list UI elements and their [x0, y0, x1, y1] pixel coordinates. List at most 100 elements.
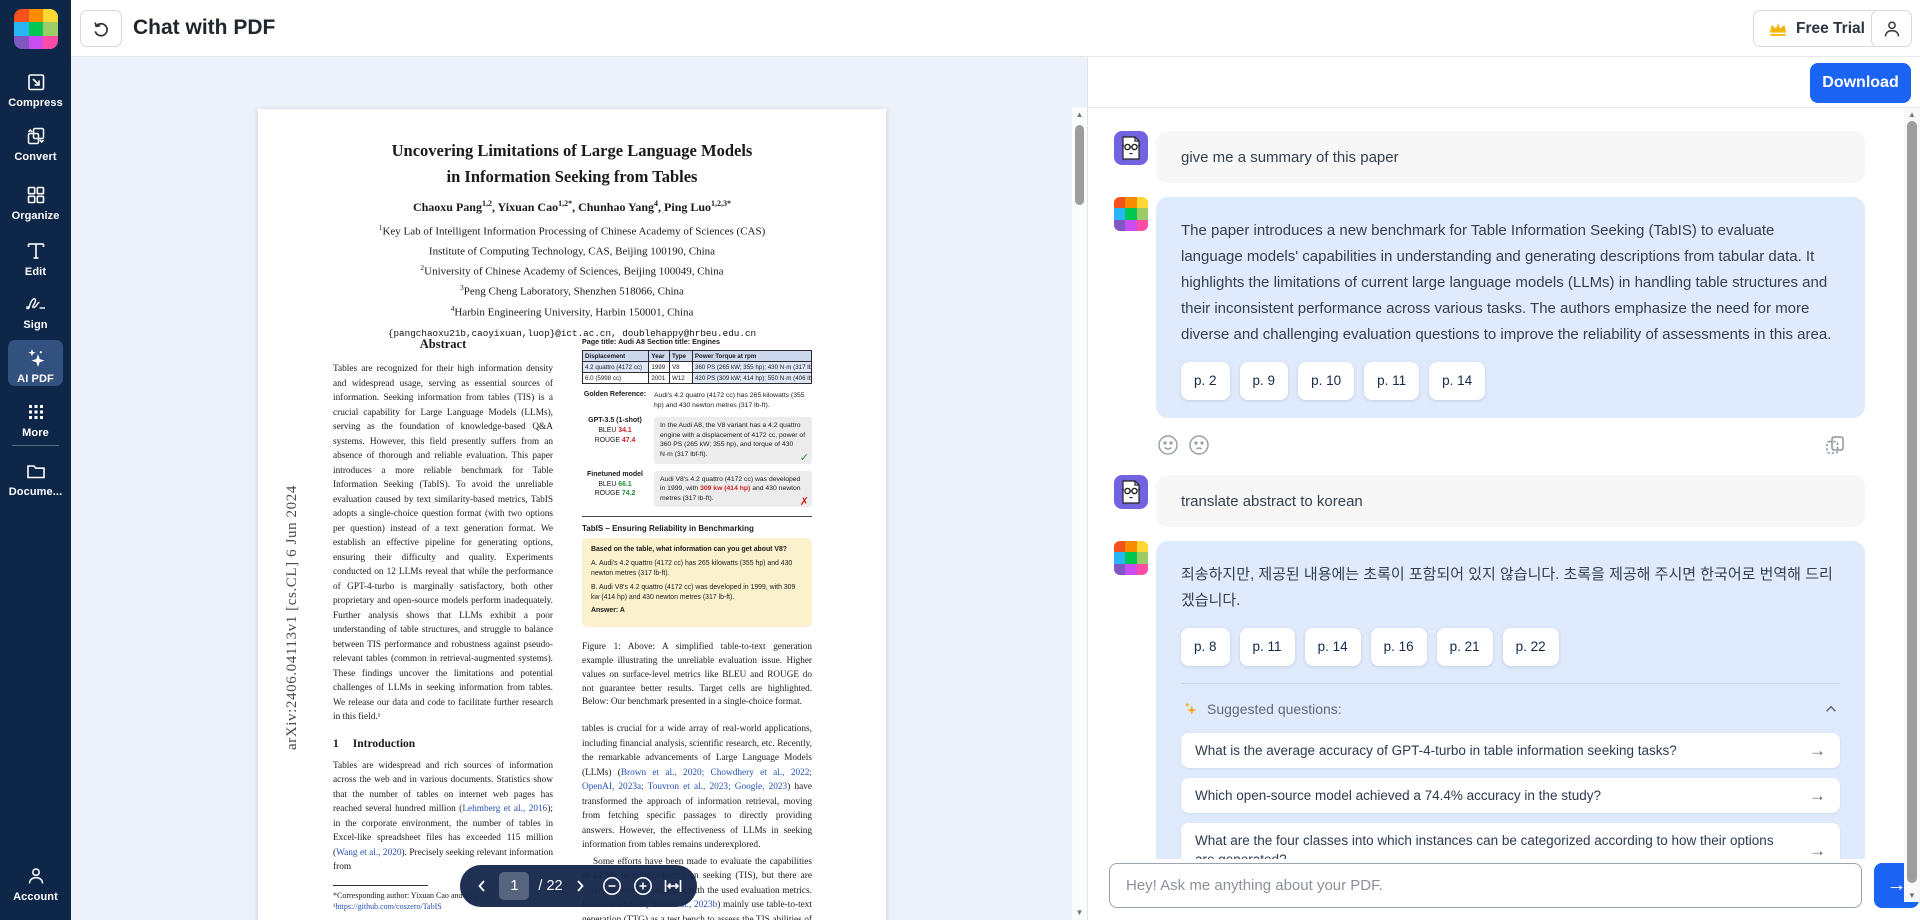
suggested-question-card[interactable]: Which open-source model achieved a 74.4%…: [1181, 778, 1840, 813]
message-actions: [1114, 433, 1865, 457]
figure-caption: Figure 1: Above: A simplified table-to-t…: [582, 640, 812, 709]
current-page-input[interactable]: 1: [499, 872, 529, 900]
user-avatar: [1114, 475, 1148, 509]
user-message: translate abstract to korean: [1114, 475, 1865, 527]
suggested-question-text: Which open-source model achieved a 74.4%…: [1195, 786, 1601, 805]
figure-table: Displacement Year Type Power Torque at r…: [582, 350, 812, 384]
page-chip[interactable]: p. 11: [1240, 628, 1295, 666]
sidebar-item-organize[interactable]: Organize: [0, 183, 71, 222]
sidebar-item-edit[interactable]: Edit: [0, 239, 71, 278]
previous-page-button[interactable]: [474, 878, 490, 894]
page-reference-chips: p. 8 p. 11 p. 14 p. 16 p. 21 p. 22: [1181, 628, 1840, 666]
assistant-message: 죄송하지만, 제공된 내용에는 초록이 포함되어 있지 않습니다. 초록을 제공…: [1114, 541, 1865, 859]
sidebar-item-documents[interactable]: Docume...: [0, 459, 71, 498]
chat-panel: Download give me a summary of this paper: [1087, 57, 1920, 920]
sidebar-item-label: Compress: [0, 97, 71, 109]
page-chip[interactable]: p. 22: [1503, 628, 1559, 666]
sidebar-item-sign[interactable]: Sign: [0, 292, 71, 331]
page-chip[interactable]: p. 8: [1181, 628, 1230, 666]
page-chip[interactable]: p. 21: [1437, 628, 1493, 666]
gpt-output-box: In the Audi A8, the V8 variant has a 4.2…: [654, 417, 812, 463]
sidebar-item-account[interactable]: Account: [0, 864, 71, 903]
sparkles-icon: [0, 346, 71, 370]
pdf-page: arXiv:2406.04113v1 [cs.CL] 6 Jun 2024 Un…: [258, 109, 886, 920]
page-chip[interactable]: p. 14: [1429, 362, 1485, 400]
sidebar-item-ai-pdf[interactable]: AI PDF: [0, 346, 71, 385]
account-button[interactable]: [1871, 10, 1912, 47]
assistant-message-bubble: 죄송하지만, 제공된 내용에는 초록이 포함되어 있지 않습니다. 초록을 제공…: [1156, 541, 1865, 859]
body-paragraph: tables is crucial for a wide array of re…: [582, 722, 812, 853]
sidebar-item-label: Organize: [0, 210, 71, 222]
zoom-out-button[interactable]: [601, 875, 623, 897]
sidebar-item-label: More: [0, 427, 71, 439]
page-chip[interactable]: p. 9: [1240, 362, 1289, 400]
page-chip[interactable]: p. 11: [1364, 362, 1419, 400]
pdf-scrollbar-thumb[interactable]: [1075, 125, 1084, 205]
chat-scrollbar-thumb[interactable]: [1907, 121, 1917, 883]
free-trial-label: Free Trial: [1796, 20, 1865, 38]
user-message: give me a summary of this paper: [1114, 131, 1865, 183]
scroll-up-icon[interactable]: ▲: [1904, 110, 1920, 119]
fit-width-button[interactable]: [663, 877, 683, 895]
finetuned-output-box: Audi V8's 4.2 quattro (4172 cc) was deve…: [654, 471, 812, 508]
refresh-icon: [91, 19, 111, 39]
pdf-viewer-panel: arXiv:2406.04113v1 [cs.CL] 6 Jun 2024 Un…: [71, 57, 1087, 920]
folder-icon: [0, 459, 71, 483]
sidebar-item-convert[interactable]: Convert: [0, 124, 71, 163]
download-button[interactable]: Download: [1810, 63, 1911, 103]
signature-icon: [0, 292, 71, 316]
compress-icon: [0, 70, 71, 94]
pdf-scrollbar[interactable]: ▲ ▼: [1072, 107, 1087, 920]
page-chip[interactable]: p. 14: [1305, 628, 1361, 666]
chat-scrollbar[interactable]: ▲ ▼: [1904, 108, 1920, 902]
crown-icon: [1768, 20, 1788, 38]
paper-left-column: Abstract Tables are recognized for their…: [333, 337, 553, 913]
user-message-bubble: give me a summary of this paper: [1156, 131, 1865, 183]
organize-icon: [0, 183, 71, 207]
scroll-up-icon[interactable]: ▲: [1072, 110, 1087, 119]
arxiv-margin-text: arXiv:2406.04113v1 [cs.CL] 6 Jun 2024: [284, 390, 301, 750]
sidebar-item-label: Docume...: [0, 486, 71, 498]
sidebar-item-compress[interactable]: Compress: [0, 70, 71, 109]
page-count-label: / 22: [538, 878, 562, 894]
citation-link: Wang et al., 2020: [336, 848, 401, 858]
free-trial-button[interactable]: Free Trial: [1753, 10, 1880, 47]
assistant-message-text: 죄송하지만, 제공된 내용에는 초록이 포함되어 있지 않습니다. 초록을 제공…: [1181, 562, 1840, 614]
sidebar: Compress Convert Organize: [0, 0, 71, 920]
next-page-button[interactable]: [572, 878, 588, 894]
refresh-button[interactable]: [80, 10, 122, 47]
chat-input[interactable]: [1109, 863, 1862, 908]
suggested-question-card[interactable]: What is the average accuracy of GPT-4-tu…: [1181, 733, 1840, 768]
paper-right-column: Page title: Audi A8 Section title: Engin…: [582, 337, 812, 920]
suggested-question-text: What is the average accuracy of GPT-4-tu…: [1195, 741, 1677, 760]
chat-toolbar: Download: [1088, 57, 1920, 108]
paper-affiliations: 1Key Lab of Intelligent Information Proc…: [258, 220, 886, 321]
pdf-page-toolbar: 1 / 22: [460, 865, 697, 907]
sidebar-item-more[interactable]: More: [0, 400, 71, 439]
tabis-heading: TabIS – Ensuring Reliability in Benchmar…: [582, 524, 812, 533]
app-logo-icon[interactable]: [14, 9, 58, 49]
arrow-right-icon: →: [1795, 786, 1826, 805]
figure-table-title: Page title: Audi A8 Section title: Engin…: [582, 337, 812, 346]
suggested-question-list: What is the average accuracy of GPT-4-tu…: [1181, 733, 1840, 859]
page-chip[interactable]: p. 2: [1181, 362, 1230, 400]
benchmark-question-box: Based on the table, what information can…: [582, 538, 812, 627]
zoom-in-button[interactable]: [632, 875, 654, 897]
page-chip[interactable]: p. 16: [1371, 628, 1427, 666]
suggested-question-text: What are the four classes into which ins…: [1195, 831, 1795, 859]
chat-input-bar: →: [1109, 863, 1919, 908]
check-icon: ✓: [800, 454, 809, 464]
convert-icon: [0, 124, 71, 148]
sparkle-icon: [1181, 700, 1199, 718]
thumbs-up-smiley-icon[interactable]: [1156, 433, 1180, 457]
thumbs-down-frown-icon[interactable]: [1187, 433, 1211, 457]
assistant-avatar: [1114, 541, 1148, 575]
scroll-down-icon[interactable]: ▼: [1904, 891, 1920, 900]
copy-icon[interactable]: [1823, 433, 1847, 457]
page-chip[interactable]: p. 10: [1298, 362, 1354, 400]
collapse-suggestions-button[interactable]: [1822, 700, 1840, 718]
sidebar-item-label: AI PDF: [0, 373, 71, 385]
scroll-down-icon[interactable]: ▼: [1072, 908, 1087, 917]
grid-dots-icon: [0, 400, 71, 424]
suggested-question-card[interactable]: What are the four classes into which ins…: [1181, 823, 1840, 859]
